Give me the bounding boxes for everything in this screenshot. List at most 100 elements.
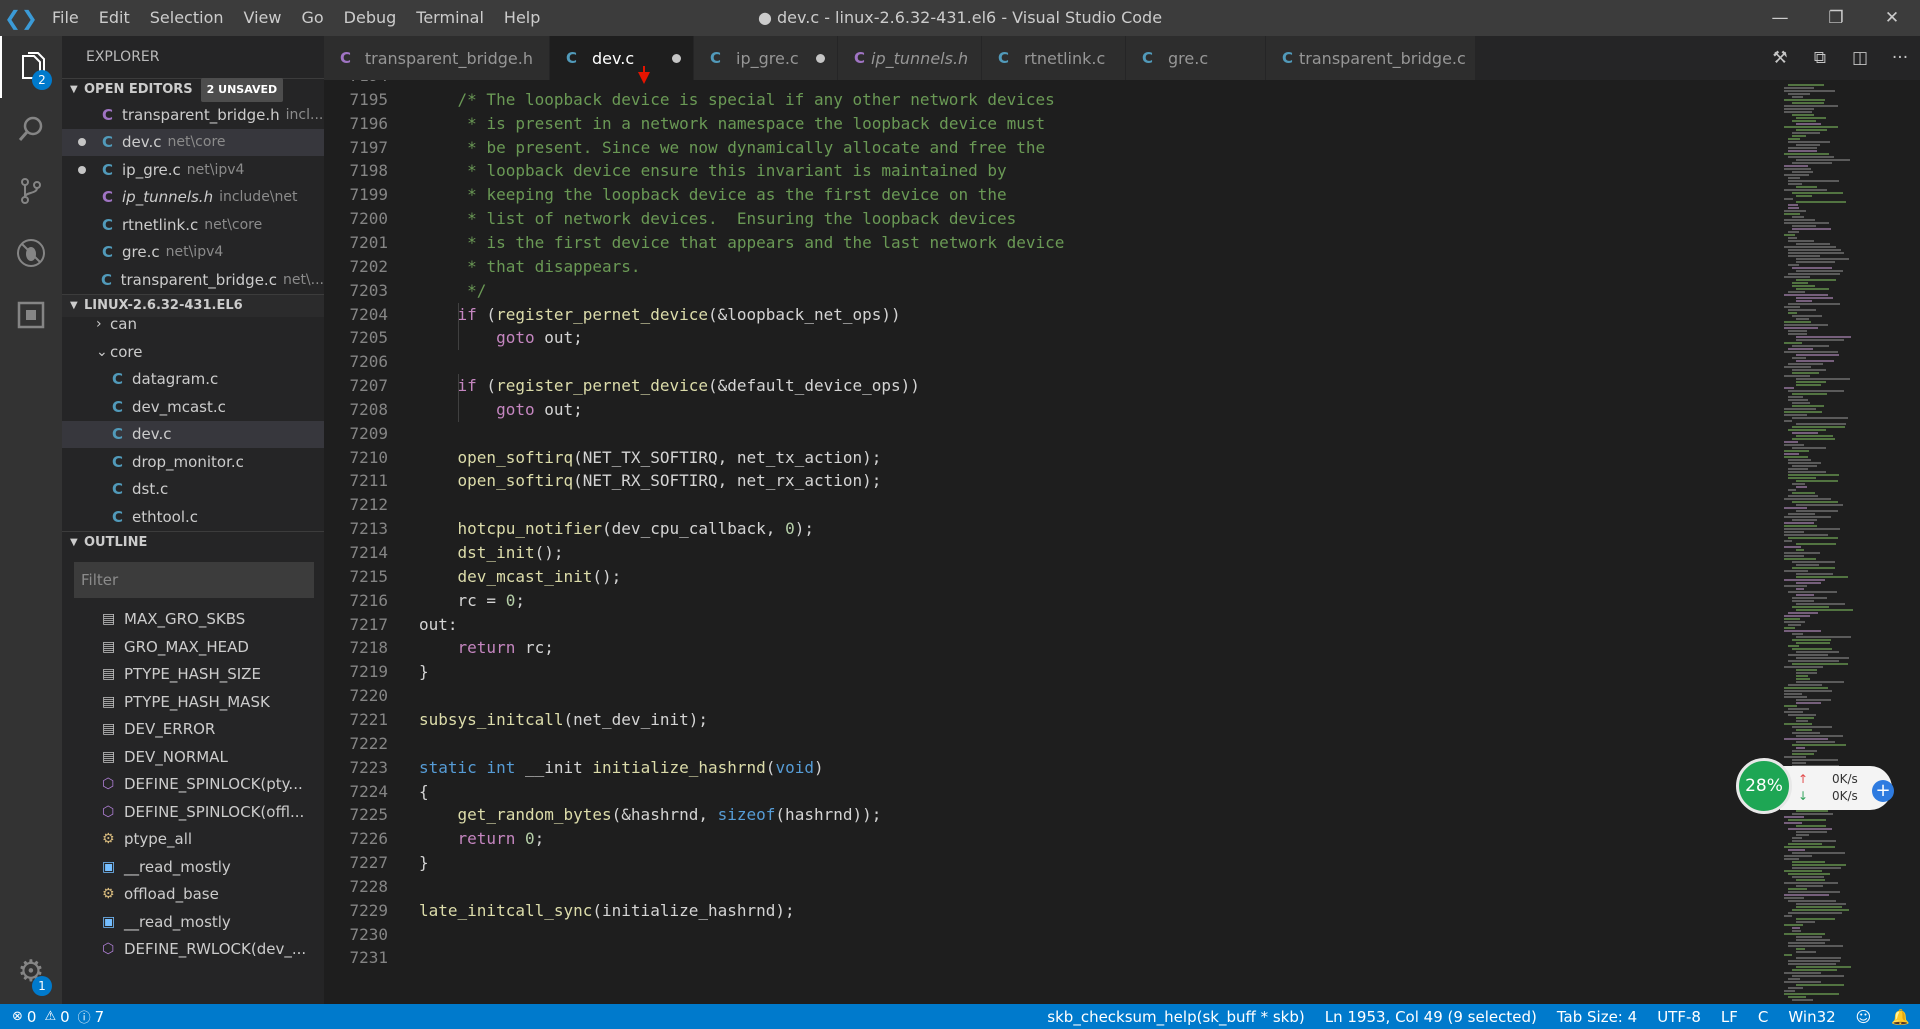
open-editors-header[interactable]: ▼ OPEN EDITORS 2 UNSAVED (62, 78, 324, 102)
network-speed-widget[interactable]: 28% ↑ 0K/s ↓ 0K/s + (1736, 758, 1896, 814)
minimap-line (1784, 894, 1829, 896)
tree-file-item[interactable]: Cdst.c (62, 476, 324, 504)
tab-dev-c[interactable]: Cdev.c (550, 36, 694, 80)
open-editor-item[interactable]: Cip_gre.c net\ipv4 (62, 156, 324, 184)
menu-item-terminal[interactable]: Terminal (406, 0, 494, 36)
outline-item[interactable]: ⬡ DEFINE_RWLOCK(dev_... (62, 936, 324, 964)
problems-indicator[interactable]: ⊗ 0 ⚠ 0 ⓘ 7 (0, 1007, 104, 1027)
more-actions-icon[interactable]: ··· (1880, 48, 1920, 68)
line-number: 7197 (349, 137, 388, 157)
outline-filter-input[interactable]: Filter (74, 561, 314, 598)
unsaved-dot-icon[interactable] (816, 54, 825, 63)
tree-file-item[interactable]: Cdev.c (62, 420, 324, 448)
tab-rtnetlink-c[interactable]: Crtnetlink.c (982, 36, 1126, 80)
tab-transparent-bridge-c[interactable]: Ctransparent_bridge.c (1266, 36, 1476, 80)
open-editor-item[interactable]: Cdev.c net\core (62, 128, 324, 156)
tab-ip-tunnels-h[interactable]: Cip_tunnels.h (838, 36, 982, 80)
settings-activity-button[interactable]: ⚙ 1 (0, 940, 62, 1002)
open-editor-item[interactable]: Crtnetlink.c net\core (62, 211, 324, 239)
open-changes-icon[interactable]: ⧉ (1800, 48, 1840, 68)
split-editor-icon[interactable]: ◫ (1840, 48, 1880, 68)
open-editor-item[interactable]: Cip_tunnels.h include\net (62, 184, 324, 212)
outline-item[interactable]: ⚙ offload_base (62, 881, 324, 909)
outline-item[interactable]: ▤ DEV_ERROR (62, 716, 324, 744)
project-label: LINUX-2.6.32-431.EL6 (84, 297, 243, 313)
folder-item[interactable]: ⌄ core (62, 338, 324, 366)
minimap-line (1792, 561, 1835, 563)
source-control-activity-button[interactable] (0, 160, 62, 222)
outline-item[interactable]: ⚙ ptype_all (62, 826, 324, 854)
current-symbol[interactable]: skb_checksum_help(sk_buff * skb) (1037, 1008, 1314, 1026)
outline-item[interactable]: ▤ GRO_MAX_HEAD (62, 633, 324, 661)
tree-file-item[interactable]: Cdatagram.c (62, 366, 324, 394)
restore-button[interactable]: ❐ (1808, 0, 1864, 36)
close-button[interactable]: ✕ (1864, 0, 1920, 36)
outline-item[interactable]: ▣ __read_mostly (62, 853, 324, 881)
menu-item-go[interactable]: Go (291, 0, 333, 36)
line-number: 7228 (349, 876, 388, 896)
outline-item[interactable]: ⬡ DEFINE_SPINLOCK(pty... (62, 771, 324, 799)
outline-header[interactable]: ▼ OUTLINE (62, 530, 324, 554)
menu-item-view[interactable]: View (234, 0, 292, 36)
hammer-icon[interactable]: ⚒ (1760, 48, 1800, 68)
outline-item[interactable]: ▣ __read_mostly (62, 908, 324, 936)
outline-item[interactable]: ▤ PTYPE_HASH_SIZE (62, 661, 324, 689)
open-editor-item[interactable]: Cgre.c net\ipv4 (62, 239, 324, 267)
tree-file-item[interactable]: Cdrop_monitor.c (62, 448, 324, 476)
tab-ip-gre-c[interactable]: Cip_gre.c (694, 36, 838, 80)
code-editor[interactable]: 71947195 /* The loopback device is speci… (324, 80, 1764, 1004)
outline-item[interactable]: ▤ MAX_GRO_SKBS (62, 606, 324, 634)
extensions-activity-button[interactable] (0, 284, 62, 346)
minimap-line (1788, 429, 1826, 431)
end-of-line[interactable]: LF (1711, 1008, 1748, 1026)
minimap-line (1792, 639, 1831, 641)
minimap-line (1796, 123, 1821, 125)
minimap-line (1788, 873, 1830, 875)
open-editor-item[interactable]: Ctransparent_bridge.h incl... (62, 101, 324, 129)
cursor-position[interactable]: Ln 1953, Col 49 (9 selected) (1315, 1008, 1547, 1026)
menu-item-edit[interactable]: Edit (89, 0, 140, 36)
feedback-icon[interactable]: ☺ (1846, 1008, 1882, 1026)
minimap-line (1792, 282, 1808, 284)
language-mode[interactable]: C (1748, 1008, 1778, 1026)
outline-item[interactable]: ⬡ DEFINE_SPINLOCK(offl... (62, 798, 324, 826)
tree-file-item[interactable]: Cdev_mcast.c (62, 393, 324, 421)
tab-size[interactable]: Tab Size: 4 (1547, 1008, 1647, 1026)
code-token: goto (496, 328, 535, 348)
unsaved-dot-icon[interactable] (78, 138, 86, 147)
minimap-line (1792, 732, 1820, 734)
notifications-icon[interactable]: 🔔 (1881, 1008, 1920, 1026)
plus-button[interactable]: + (1872, 780, 1894, 802)
minimap-line (1784, 324, 1828, 326)
unsaved-dot-icon[interactable] (78, 165, 86, 174)
minimap-line (1784, 246, 1836, 248)
tab-transparent-bridge-h[interactable]: Ctransparent_bridge.h (324, 36, 550, 80)
minimap[interactable] (1764, 80, 1920, 1004)
minimap-line (1788, 348, 1813, 350)
menu-item-help[interactable]: Help (494, 0, 550, 36)
minimize-button[interactable]: — (1752, 0, 1808, 36)
menu-item-file[interactable]: File (42, 0, 89, 36)
menu-item-selection[interactable]: Selection (140, 0, 234, 36)
minimap-line (1796, 642, 1830, 644)
open-editor-item[interactable]: Ctransparent_bridge.c net\... (62, 266, 324, 294)
outline-item[interactable]: ▤ PTYPE_HASH_MASK (62, 688, 324, 716)
line-number: 7218 (349, 638, 388, 658)
c-file-icon: C (112, 507, 124, 526)
platform[interactable]: Win32 (1778, 1008, 1845, 1026)
minimap-line (1796, 576, 1848, 578)
minimap-line (1784, 954, 1792, 956)
symbol-name: DEV_NORMAL (124, 747, 228, 766)
minimap-line (1796, 747, 1805, 749)
outline-item[interactable]: ▤ DEV_NORMAL (62, 743, 324, 771)
encoding[interactable]: UTF-8 (1647, 1008, 1711, 1026)
tree-file-item[interactable]: Cethtool.c (62, 503, 324, 531)
explorer-activity-button[interactable]: 2 (0, 36, 62, 98)
search-activity-button[interactable] (0, 98, 62, 160)
tab-gre-c[interactable]: Cgre.c (1126, 36, 1266, 80)
unsaved-dot-icon[interactable] (672, 54, 681, 63)
debug-activity-button[interactable] (0, 222, 62, 284)
menu-item-debug[interactable]: Debug (334, 0, 407, 36)
